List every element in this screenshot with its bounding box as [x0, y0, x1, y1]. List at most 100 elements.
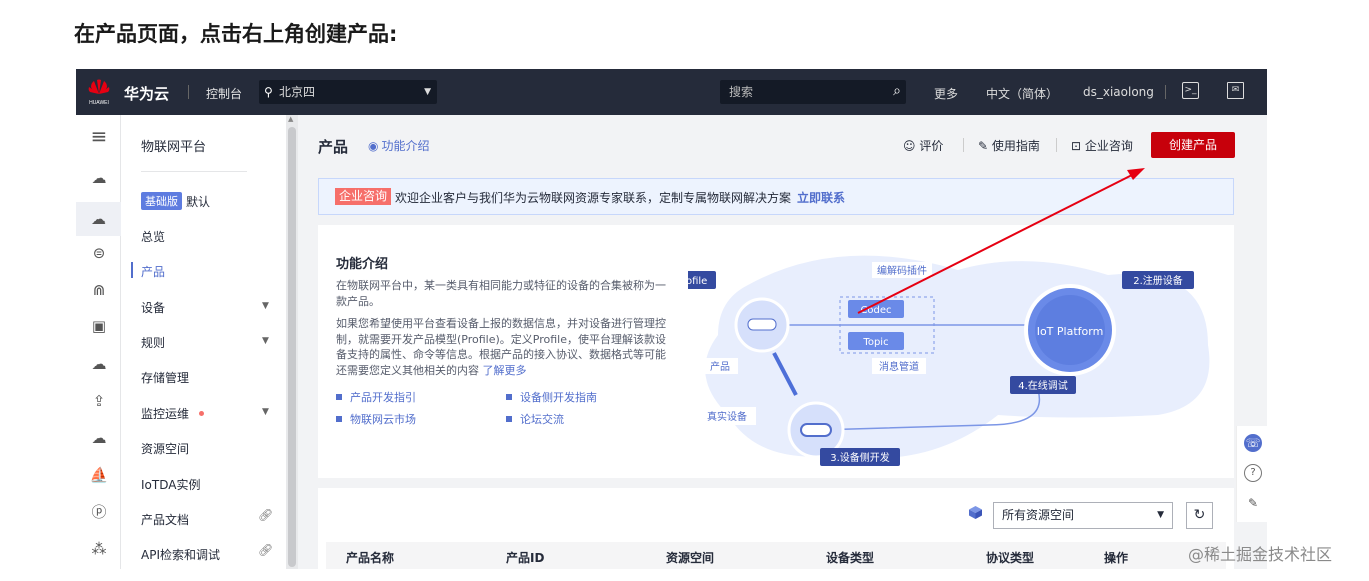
- column-header-actions: 操作: [1104, 551, 1129, 565]
- caret-down-icon[interactable]: ▼: [262, 336, 269, 346]
- product-node-icon: [747, 318, 777, 331]
- mail-icon[interactable]: ✉: [1227, 82, 1244, 99]
- product-table-card: 所有资源空间 ▼ ↻ 产品名称 产品ID 资源空间 设备类型 协议类型 操作: [318, 488, 1234, 569]
- divider: [1165, 85, 1166, 99]
- brand-name[interactable]: 华为云: [124, 83, 169, 104]
- cluster-icon[interactable]: ⁂: [88, 538, 110, 560]
- refresh-icon: ↻: [1193, 507, 1206, 523]
- step1-label: 1.定义Profile: [688, 274, 707, 287]
- search-placeholder: 搜索: [729, 85, 754, 99]
- caret-down-icon[interactable]: ▼: [262, 407, 269, 417]
- refresh-button[interactable]: ↻: [1186, 502, 1213, 529]
- sailboat-icon[interactable]: ⛵: [88, 464, 110, 486]
- sidebar-item-api[interactable]: API检索和调试: [141, 546, 220, 563]
- column-header-device-type[interactable]: 设备类型: [826, 549, 874, 566]
- step2-label: 2.注册设备: [1133, 274, 1183, 287]
- menu-icon[interactable]: ≡: [88, 125, 110, 147]
- region-selector[interactable]: ⚲ 北京四 ▼: [259, 80, 437, 104]
- sidebar-item-rules[interactable]: 规则: [141, 334, 165, 351]
- iot-service-icon[interactable]: ☁: [76, 202, 121, 236]
- workflow-diagram: IoT Platform Codec Topic 编解码插件 消息管道 产品 真…: [688, 255, 1210, 466]
- huawei-logo[interactable]: HUAWEI: [86, 77, 112, 107]
- sidebar-item-iotda-instance[interactable]: IoTDA实例: [141, 476, 200, 493]
- feedback-icon[interactable]: ✎: [1244, 494, 1262, 512]
- table-header: 产品名称 产品ID 资源空间 设备类型 协议类型 操作: [326, 542, 1226, 569]
- consult-notice-banner: 企业咨询 欢迎企业客户与我们华为云物联网资源专家联系，定制专属物联网解决方案 立即…: [318, 178, 1234, 215]
- intro-title: 功能介绍: [336, 257, 389, 272]
- customer-service-icon[interactable]: ☏: [1244, 434, 1262, 452]
- region-value: 北京四: [279, 85, 316, 99]
- external-link-icon[interactable]: 🔗︎: [258, 543, 273, 557]
- ip-icon[interactable]: ⓟ: [88, 501, 110, 523]
- feature-intro-card: 功能介绍 在物联网平台中，某一类具有相同能力或特征的设备的合集被称为一款产品。 …: [318, 225, 1234, 478]
- external-link-icon[interactable]: 🔗︎: [258, 508, 273, 522]
- device-dev-guide-link[interactable]: 设备侧开发指南: [506, 389, 597, 405]
- notification-dot: [199, 411, 204, 416]
- search-icon[interactable]: ⌕: [893, 79, 901, 103]
- sidebar-item-resource-space[interactable]: 资源空间: [141, 440, 189, 457]
- create-product-button[interactable]: 创建产品: [1151, 132, 1235, 158]
- intro-paragraph-1: 在物联网平台中，某一类具有相同能力或特征的设备的合集被称为一款产品。: [336, 279, 666, 308]
- product-dev-guide-link[interactable]: 产品开发指引: [336, 389, 416, 405]
- sidebar-item-monitoring[interactable]: 监控运维: [141, 405, 189, 422]
- platform-label: IoT Platform: [1037, 325, 1104, 338]
- user-menu[interactable]: ds_xiaolong: [1083, 85, 1154, 99]
- arch-icon[interactable]: ⋒: [88, 279, 110, 301]
- divider: [188, 85, 189, 99]
- caret-down-icon[interactable]: ▼: [262, 301, 269, 311]
- help-icon[interactable]: ?: [1244, 464, 1262, 482]
- cloud-icon[interactable]: ☁: [88, 167, 110, 189]
- sidebar-item-overview[interactable]: 总览: [141, 228, 165, 245]
- column-header-protocol[interactable]: 协议类型: [986, 549, 1034, 566]
- resource-space-value: 所有资源空间: [1002, 508, 1075, 522]
- device-icon[interactable]: ▣: [88, 315, 110, 337]
- console-screenshot: HUAWEI 华为云 控制台 ⚲ 北京四 ▼ 搜索 ⌕ 更多 中文（简体） ds…: [76, 69, 1267, 569]
- iot-marketplace-link[interactable]: 物联网云市场: [336, 411, 416, 427]
- column-header-product-id[interactable]: 产品ID: [506, 549, 544, 566]
- rate-label: 评价: [919, 139, 944, 153]
- terminal-icon[interactable]: >_: [1182, 82, 1199, 99]
- scroll-up-icon[interactable]: ▲: [288, 115, 293, 123]
- rate-button[interactable]: ☺ 评价: [903, 137, 943, 154]
- divider: [141, 171, 247, 172]
- language-menu[interactable]: 中文（简体）: [986, 85, 1058, 102]
- search-input[interactable]: 搜索 ⌕: [720, 80, 906, 104]
- forum-link[interactable]: 论坛交流: [506, 411, 564, 427]
- consult-icon: ⊡: [1071, 139, 1082, 153]
- consult-button[interactable]: ⊡ 企业咨询: [1071, 137, 1133, 154]
- console-link[interactable]: 控制台: [206, 85, 242, 102]
- edition-badge: 基础版: [141, 192, 182, 210]
- divider: [963, 138, 964, 152]
- sidebar: 物联网平台 基础版 默认 总览 产品 设备 ▼ 规则 ▼ 存储管理 监控运维 ▼…: [121, 115, 286, 569]
- sidebar-item-storage[interactable]: 存储管理: [141, 369, 189, 386]
- learn-more-link[interactable]: 了解更多: [483, 364, 527, 377]
- resource-space-select[interactable]: 所有资源空间 ▼: [993, 502, 1173, 529]
- contact-now-link[interactable]: 立即联系: [797, 191, 845, 205]
- notice-message: 欢迎企业客户与我们华为云物联网资源专家联系，定制专属物联网解决方案 立即联系: [395, 189, 845, 206]
- column-header-product-name[interactable]: 产品名称: [346, 549, 394, 566]
- edition-label[interactable]: 默认: [186, 193, 210, 210]
- active-indicator: [131, 262, 133, 278]
- codec-label: Codec: [860, 305, 891, 316]
- guide-label: 使用指南: [991, 139, 1040, 153]
- main-content: 产品 ◉ 功能介绍 ☺ 评价 ✎ 使用指南 ⊡ 企业咨询 创建产品 企业咨询 欢迎…: [298, 115, 1267, 569]
- logo-text: HUAWEI: [89, 100, 109, 106]
- caret-down-icon: ▼: [1157, 510, 1164, 520]
- feature-intro-link[interactable]: ◉ 功能介绍: [368, 137, 430, 154]
- sidebar-item-products[interactable]: 产品: [141, 263, 165, 280]
- cloud-upload-icon[interactable]: ⇪: [88, 390, 110, 412]
- sidebar-scrollbar[interactable]: ▲: [286, 115, 298, 569]
- sidebar-item-devices[interactable]: 设备: [141, 299, 165, 316]
- sidebar-item-docs[interactable]: 产品文档: [141, 511, 189, 528]
- cloud-service-icon[interactable]: ⊜: [88, 242, 110, 264]
- more-menu[interactable]: 更多: [934, 85, 958, 102]
- guide-button[interactable]: ✎ 使用指南: [978, 137, 1040, 154]
- scroll-thumb[interactable]: [288, 127, 296, 567]
- top-navbar: HUAWEI 华为云 控制台 ⚲ 北京四 ▼ 搜索 ⌕ 更多 中文（简体） ds…: [76, 69, 1267, 115]
- notice-text: 欢迎企业客户与我们华为云物联网资源专家联系，定制专属物联网解决方案: [395, 191, 792, 205]
- column-header-resource-space[interactable]: 资源空间: [666, 549, 714, 566]
- product-label: 产品: [710, 360, 730, 373]
- topic-label: Topic: [862, 337, 888, 348]
- cloud-sync-icon[interactable]: ☁: [88, 427, 110, 449]
- cloud-outline-icon[interactable]: ☁: [88, 353, 110, 375]
